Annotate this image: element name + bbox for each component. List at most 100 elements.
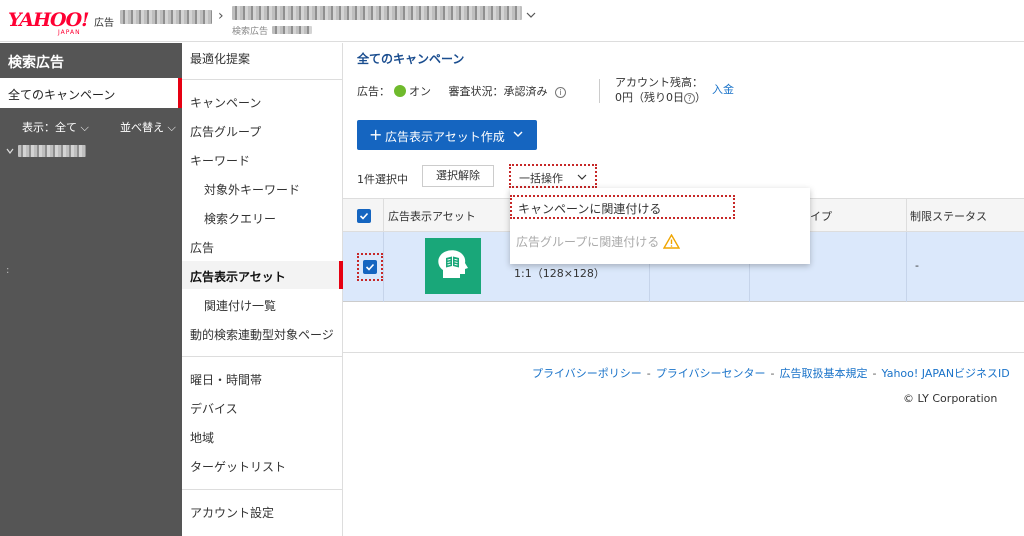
menu-item-label: 広告グループに関連付ける [516,235,660,249]
nav-item-region[interactable]: 地域 [182,422,343,450]
book-head-icon [438,250,468,278]
nav-item-schedule[interactable]: 曜日・時間帯 [182,364,343,392]
column-divider [383,232,384,302]
breadcrumb-account-redacted[interactable] [120,10,212,24]
balance-value: 0円（残り0日 [615,91,684,104]
sidebar-item-label: 全てのキャンペーン [8,88,116,102]
nav-item-label: アカウント設定 [190,506,275,520]
asset-size: 1:1（128×128） [514,267,605,280]
nav-item-label: 最適化提案 [190,52,251,66]
section-nav: 最適化提案 キャンペーン 広告グループ キーワード 対象外キーワード 検索クエリ… [182,43,343,536]
deposit-link[interactable]: 入金 [712,81,734,97]
nav-item-label: 検索クエリー [204,212,277,226]
nav-item-label: ターゲットリスト [190,460,287,474]
nav-item-adgroup[interactable]: 広告グループ [182,116,343,144]
privacy-center-link[interactable]: プライバシーセンター [656,367,766,380]
column-divider [906,232,907,302]
selected-count: 1件選択中 [357,173,408,186]
nav-divider [182,79,343,80]
status-on-icon [394,85,406,97]
sidebar-title: 検索広告 [8,55,64,71]
checkmark-icon [359,212,369,220]
nav-item-optimization[interactable]: 最適化提案 [182,43,343,71]
page-title: 全てのキャンペーン [357,52,465,66]
chevron-down-icon [577,174,587,180]
breadcrumb-sub-redacted [272,26,312,34]
footer-divider [343,352,1024,353]
create-asset-button[interactable]: + 広告表示アセット作成 [357,120,537,150]
ad-status-label: 広告： [357,85,390,98]
warning-icon [663,234,681,249]
nav-item-label: 広告表示アセット [190,270,286,284]
nav-item-label: 関連付け一覧 [204,299,277,313]
breadcrumb-sub-label: 検索広告 [232,27,269,37]
campaign-sidebar: 検索広告 全てのキャンペーン 表示：全て ⌵ 並べ替え ⌵ : [0,43,182,536]
nav-item-label: キャンペーン [190,96,262,110]
nav-item-search-query[interactable]: 検索クエリー [182,203,343,231]
sidebar-account-redacted[interactable] [18,145,86,157]
select-all-checkbox[interactable] [357,209,371,223]
balance-value-line: 0円（残り0日?） [615,89,706,105]
help-icon[interactable]: ? [684,93,695,104]
create-asset-label: 広告表示アセット作成 [385,130,505,144]
ad-status-value: オン [409,85,431,98]
review-status: 審査状況：承認済み [448,85,548,98]
logo-suffix: 広告 [94,18,114,29]
nav-item-target-list[interactable]: ターゲットリスト [182,451,343,479]
sidebar-dot: : [6,265,10,276]
row-checkbox-highlight [357,253,383,281]
column-divider [906,199,907,233]
filter-dropdown[interactable]: 表示：全て ⌵ [22,119,89,135]
nav-item-ad-assets[interactable]: 広告表示アセット [182,261,343,289]
status-divider [599,79,600,103]
terms-link[interactable]: 広告取扱基本規定 [780,367,868,380]
breadcrumb-campaign-redacted[interactable] [232,6,522,20]
sort-dropdown[interactable]: 並べ替え ⌵ [120,119,176,135]
nav-item-campaign[interactable]: キャンペーン [182,87,343,115]
column-header-restriction[interactable]: 制限ステータス [910,208,987,224]
nav-item-keyword[interactable]: キーワード [182,145,343,173]
sidebar-item-all-campaigns[interactable]: 全てのキャンペーン [0,78,182,108]
plus-icon: + [369,125,383,144]
nav-item-device[interactable]: デバイス [182,393,343,421]
nav-item-label: 曜日・時間帯 [190,373,263,387]
nav-item-association-list[interactable]: 関連付け一覧 [182,290,343,318]
info-icon[interactable]: i [555,87,566,98]
column-header-asset[interactable]: 広告表示アセット [388,208,476,224]
asset-thumbnail[interactable] [425,238,481,294]
sort-label: 並べ替え [120,121,164,134]
menu-item-link-campaign[interactable]: キャンペーンに関連付ける [510,195,735,219]
column-header-type[interactable]: イプ [810,208,832,224]
nav-divider [182,489,343,490]
nav-item-dsa-pages[interactable]: 動的検索連動型対象ページ [182,319,343,347]
breadcrumb-separator-icon: › [218,8,224,24]
balance-label: アカウント残高： [615,76,703,89]
menu-item-label: キャンペーンに関連付ける [518,202,662,216]
nav-divider [182,356,343,357]
main-content: 全てのキャンペーン 広告： オン 審査状況：承認済み i アカウント残高： 0円（… [343,43,1024,536]
chevron-down-icon[interactable] [6,147,14,155]
chevron-down-icon [513,131,523,137]
nav-item-label: 動的検索連動型対象ページ [190,328,334,342]
nav-item-ad[interactable]: 広告 [182,232,343,260]
nav-item-account-settings[interactable]: アカウント設定 [182,497,343,525]
nav-item-negative-keyword[interactable]: 対象外キーワード [182,174,343,202]
clear-selection-button[interactable]: 選択解除 [422,165,494,187]
row-checkbox[interactable] [363,260,377,274]
balance-close: ） [695,91,706,104]
bulk-action-button[interactable]: 一括操作 [509,164,597,188]
footer-links: プライバシーポリシー - プライバシーセンター - 広告取扱基本規定 - Yahoo! JA… [532,367,1010,380]
ad-status-line: 広告： オン 審査状況：承認済み i [357,83,566,99]
chevron-down-icon: ⌵ [167,121,176,134]
yahoo-ads-logo[interactable]: YAHOO! JAPAN 広告 [8,9,114,36]
chevron-down-icon[interactable] [526,10,536,20]
top-header: YAHOO! JAPAN 広告 › 検索広告 [0,0,1024,42]
bulk-action-label: 一括操作 [519,172,563,185]
restriction-status: - [915,259,919,272]
logo-sub-text: JAPAN [58,29,81,36]
nav-item-label: キーワード [190,154,251,168]
nav-item-label: 広告 [190,241,215,255]
chevron-down-icon: ⌵ [80,121,89,134]
business-id-link[interactable]: Yahoo! JAPANビジネスID [882,367,1010,380]
privacy-policy-link[interactable]: プライバシーポリシー [532,367,642,380]
